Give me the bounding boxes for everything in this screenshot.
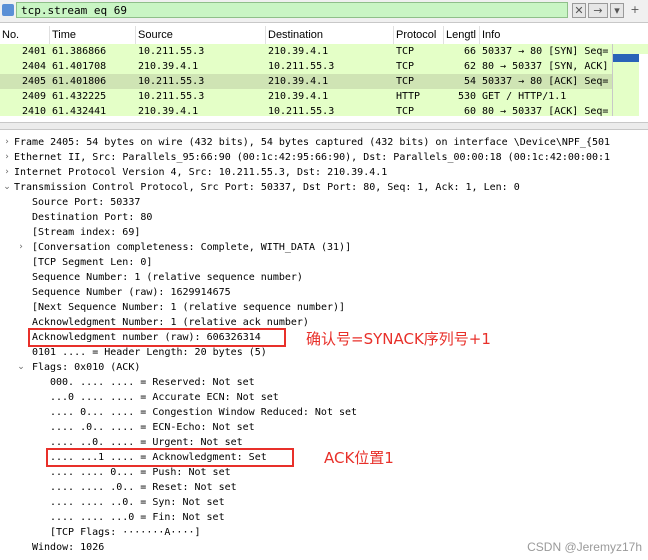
column-destination[interactable]: Destination xyxy=(266,26,394,44)
detail-flag-bit[interactable]: .... .... .0.. = Reset: Not set xyxy=(50,480,237,495)
collapse-caret-icon[interactable]: ⌄ xyxy=(16,360,26,375)
detail-flags[interactable]: Flags: 0x010 (ACK) xyxy=(32,360,140,375)
minimap-segment xyxy=(613,44,648,54)
detail-flag-bit[interactable]: 000. .... .... = Reserved: Not set xyxy=(50,375,255,390)
detail-field[interactable]: Window: 1026 xyxy=(32,540,104,555)
detail-field[interactable]: [Stream index: 69] xyxy=(32,225,140,240)
column-protocol[interactable]: Protocol xyxy=(394,26,444,44)
detail-field[interactable]: [TCP Segment Len: 0] xyxy=(32,255,152,270)
packet-list-header: No. Time Source Destination Protocol Len… xyxy=(0,26,648,45)
detail-field[interactable]: [Conversation completeness: Complete, WI… xyxy=(32,240,351,255)
column-info[interactable]: Info xyxy=(480,26,648,44)
annotation-ack-flag: ACK位置1 xyxy=(324,449,394,467)
minimap-segment xyxy=(613,62,639,116)
packet-source: 10.211.55.3 xyxy=(138,91,205,102)
packet-destination: 210.39.4.1 xyxy=(268,76,329,87)
packet-source: 10.211.55.3 xyxy=(138,46,205,57)
detail-flag-bit[interactable]: .... .... ...0 = Fin: Not set xyxy=(50,510,225,525)
detail-field[interactable]: [Next Sequence Number: 1 (relative seque… xyxy=(32,300,345,315)
packet-source: 210.39.4.1 xyxy=(138,106,199,116)
packet-time: 61.401708 xyxy=(52,61,107,72)
detail-flag-bit[interactable]: .... .... 0... = Push: Not set xyxy=(50,465,231,480)
packet-info: 80 → 50337 [SYN, ACK] xyxy=(482,61,609,72)
packet-length: 530 xyxy=(457,91,476,102)
detail-flag-bit[interactable]: .... 0... .... = Congestion Window Reduc… xyxy=(50,405,357,420)
packet-row-selected[interactable]: 2405 61.401806 10.211.55.3 210.39.4.1 TC… xyxy=(0,74,612,89)
packet-destination: 210.39.4.1 xyxy=(268,91,329,102)
packet-protocol: TCP xyxy=(396,76,415,87)
packet-time: 61.432441 xyxy=(52,106,107,116)
packet-length: 54 xyxy=(463,76,476,87)
detail-field[interactable]: Source Port: 50337 xyxy=(32,195,140,210)
packet-time: 61.432225 xyxy=(52,91,107,102)
display-filter-bar: tcp.stream eq 69 ✕ → ▾ + xyxy=(0,0,648,23)
packet-time: 61.386866 xyxy=(52,46,107,57)
packet-protocol: TCP xyxy=(396,46,415,57)
packet-row[interactable]: 2410 61.432441 210.39.4.1 10.211.55.3 TC… xyxy=(0,104,612,116)
packet-list: 2401 61.386866 10.211.55.3 210.39.4.1 TC… xyxy=(0,44,612,116)
expand-caret-icon[interactable]: › xyxy=(2,135,12,150)
packet-row[interactable]: 2409 61.432225 10.211.55.3 210.39.4.1 HT… xyxy=(0,89,612,104)
packet-info: GET / HTTP/1.1 xyxy=(482,91,567,102)
packet-length: 62 xyxy=(463,61,476,72)
packet-length: 60 xyxy=(463,106,476,116)
packet-list-minimap[interactable] xyxy=(612,44,648,116)
packet-time: 61.401806 xyxy=(52,76,107,87)
packet-details-pane: › Frame 2405: 54 bytes on wire (432 bits… xyxy=(0,130,648,560)
packet-destination: 10.211.55.3 xyxy=(268,106,335,116)
detail-tcp-flags-summary[interactable]: [TCP Flags: ·······A····] xyxy=(50,525,201,540)
packet-no: 2404 xyxy=(22,61,47,72)
packet-no: 2405 xyxy=(22,76,47,87)
detail-flag-bit[interactable]: ...0 .... .... = Accurate ECN: Not set xyxy=(50,390,279,405)
bookmark-icon[interactable] xyxy=(2,4,14,16)
display-filter-input[interactable]: tcp.stream eq 69 xyxy=(16,2,568,18)
detail-field[interactable]: Sequence Number: 1 (relative sequence nu… xyxy=(32,270,303,285)
watermark: CSDN @Jeremyz17h xyxy=(527,540,642,554)
packet-no: 2409 xyxy=(22,91,47,102)
apply-filter-button[interactable]: → xyxy=(588,3,608,18)
detail-field[interactable]: 0101 .... = Header Length: 20 bytes (5) xyxy=(32,345,267,360)
packet-destination: 210.39.4.1 xyxy=(268,46,329,57)
detail-ipv4[interactable]: Internet Protocol Version 4, Src: 10.211… xyxy=(14,165,387,180)
packet-destination: 10.211.55.3 xyxy=(268,61,335,72)
packet-row[interactable]: 2401 61.386866 10.211.55.3 210.39.4.1 TC… xyxy=(0,44,612,59)
detail-tcp[interactable]: Transmission Control Protocol, Src Port:… xyxy=(14,180,520,195)
packet-length: 66 xyxy=(463,46,476,57)
annotation-synack: 确认号=SYNACK序列号+1 xyxy=(306,330,491,348)
detail-flag-bit[interactable]: .... .0.. .... = ECN-Echo: Not set xyxy=(50,420,255,435)
detail-flag-bit[interactable]: .... .... ..0. = Syn: Not set xyxy=(50,495,225,510)
collapse-caret-icon[interactable]: ⌄ xyxy=(2,180,12,195)
minimap-selected-marker xyxy=(613,54,639,62)
detail-field[interactable]: Sequence Number (raw): 1629914675 xyxy=(32,285,231,300)
clear-filter-button[interactable]: ✕ xyxy=(572,3,586,18)
detail-field[interactable]: Destination Port: 80 xyxy=(32,210,152,225)
packet-info: 50337 → 80 [SYN] Seq= xyxy=(482,46,609,57)
packet-source: 210.39.4.1 xyxy=(138,61,199,72)
packet-protocol: TCP xyxy=(396,61,415,72)
column-source[interactable]: Source xyxy=(136,26,266,44)
filter-history-dropdown[interactable]: ▾ xyxy=(610,3,624,18)
add-filter-button[interactable]: + xyxy=(626,3,644,18)
packet-no: 2401 xyxy=(22,46,47,57)
packet-protocol: HTTP xyxy=(396,91,421,102)
expand-caret-icon[interactable]: › xyxy=(2,165,12,180)
highlight-ack-flag-box xyxy=(46,448,294,467)
packet-row[interactable]: 2404 61.401708 210.39.4.1 10.211.55.3 TC… xyxy=(0,59,612,74)
expand-caret-icon[interactable]: › xyxy=(2,150,12,165)
packet-protocol: TCP xyxy=(396,106,415,116)
packet-source: 10.211.55.3 xyxy=(138,76,205,87)
column-length[interactable]: Lengtl xyxy=(444,26,480,44)
detail-ethernet[interactable]: Ethernet II, Src: Parallels_95:66:90 (00… xyxy=(14,150,610,165)
expand-caret-icon[interactable]: › xyxy=(16,240,26,255)
pane-splitter[interactable] xyxy=(0,122,648,130)
column-no[interactable]: No. xyxy=(0,26,50,44)
highlight-ack-number-box xyxy=(28,328,286,347)
packet-info: 80 → 50337 [ACK] Seq= xyxy=(482,106,609,116)
packet-info: 50337 → 80 [ACK] Seq= xyxy=(482,76,609,87)
column-time[interactable]: Time xyxy=(50,26,136,44)
detail-frame[interactable]: Frame 2405: 54 bytes on wire (432 bits),… xyxy=(14,135,610,150)
packet-no: 2410 xyxy=(22,106,47,116)
